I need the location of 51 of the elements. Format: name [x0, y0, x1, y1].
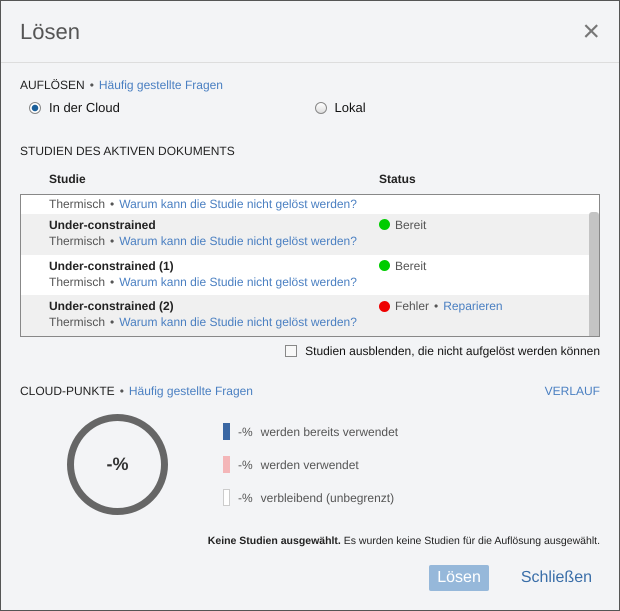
bullet: •: [90, 78, 94, 92]
legend-value: -%: [238, 458, 253, 472]
bullet: •: [120, 384, 124, 398]
status-text: Bereit: [395, 258, 426, 273]
column-header: Studie: [49, 172, 87, 188]
study-type: Thermisch: [49, 315, 106, 330]
help-link[interactable]: Warum kann die Studie nicht gelöst werden?: [119, 234, 357, 248]
bullet: •: [110, 234, 114, 248]
bullet: •: [434, 299, 438, 314]
study-type: Thermisch: [49, 234, 106, 248]
section-heading: STUDIEN DES AKTIVEN DOKUMENTS: [20, 144, 235, 158]
study-row[interactable]: Under-constrained (1) Thermisch • Warum kann die Studie nicht gelöst werden? Bereit: [21, 254, 589, 296]
study-row[interactable]: Under-constrained (2) Thermisch • Warum kann die Studie nicht gelöst werden? Fehler • Reparieren: [21, 295, 589, 336]
repair-link[interactable]: Reparieren: [443, 299, 503, 314]
legend-label: verbleibend (unbegrenzt): [260, 490, 394, 504]
scrollbar-thumb[interactable]: [589, 212, 599, 336]
close-text-button[interactable]: Schließen: [512, 565, 600, 591]
close-button[interactable]: ×: [582, 16, 600, 46]
bullet: •: [110, 315, 114, 330]
legend-label: werden verwendet: [260, 458, 359, 472]
help-link[interactable]: Warum kann die Studie nicht gelöst werden?: [119, 197, 357, 212]
checkbox-label: Studien ausblenden, die nicht aufgelöst werden können: [305, 344, 600, 358]
legend-value: -%: [238, 424, 253, 438]
radio-button[interactable]: [314, 102, 326, 114]
help-link[interactable]: Warum kann die Studie nicht gelöst werden?: [119, 315, 357, 330]
status-text: Fehler: [395, 299, 430, 314]
bullet: •: [110, 197, 114, 212]
radio-button[interactable]: [29, 102, 41, 114]
faq-link[interactable]: Häufig gestellte Fragen: [128, 384, 253, 398]
history-link[interactable]: VERLAUF: [544, 384, 600, 398]
study-type: Thermisch: [49, 197, 106, 212]
study-name: Under-constrained (2): [49, 299, 175, 314]
study-type: Thermisch: [49, 274, 106, 289]
legend-label: werden bereits verwendet: [260, 424, 398, 438]
study-name: Under-constrained (1): [49, 258, 175, 273]
radio-label: Lokal: [334, 100, 366, 115]
bullet: •: [110, 274, 114, 289]
usage-gauge: -%: [67, 414, 168, 515]
study-row[interactable]: Under-constrained Thermisch • Warum kann die Studie nicht gelöst werden? Bereit: [21, 214, 589, 255]
faq-link[interactable]: Häufig gestellte Fragen: [98, 78, 223, 92]
status-message: Keine Studien ausgewählt. Es wurden keine Studien für die Auflösung ausgewählt.: [206, 535, 600, 547]
checkbox[interactable]: [285, 345, 298, 357]
legend-value: -%: [238, 490, 253, 504]
help-link[interactable]: Warum kann die Studie nicht gelöst werden?: [119, 274, 357, 289]
status-text: Bereit: [395, 218, 426, 232]
column-header: Status: [379, 172, 417, 188]
radio-label: In der Cloud: [49, 100, 120, 115]
section-heading: AUFLÖSEN: [20, 78, 85, 92]
dialog-title: Lösen: [20, 18, 80, 44]
study-name: Under-constrained: [49, 218, 157, 232]
section-heading: CLOUD-PUNKTE: [20, 384, 115, 398]
